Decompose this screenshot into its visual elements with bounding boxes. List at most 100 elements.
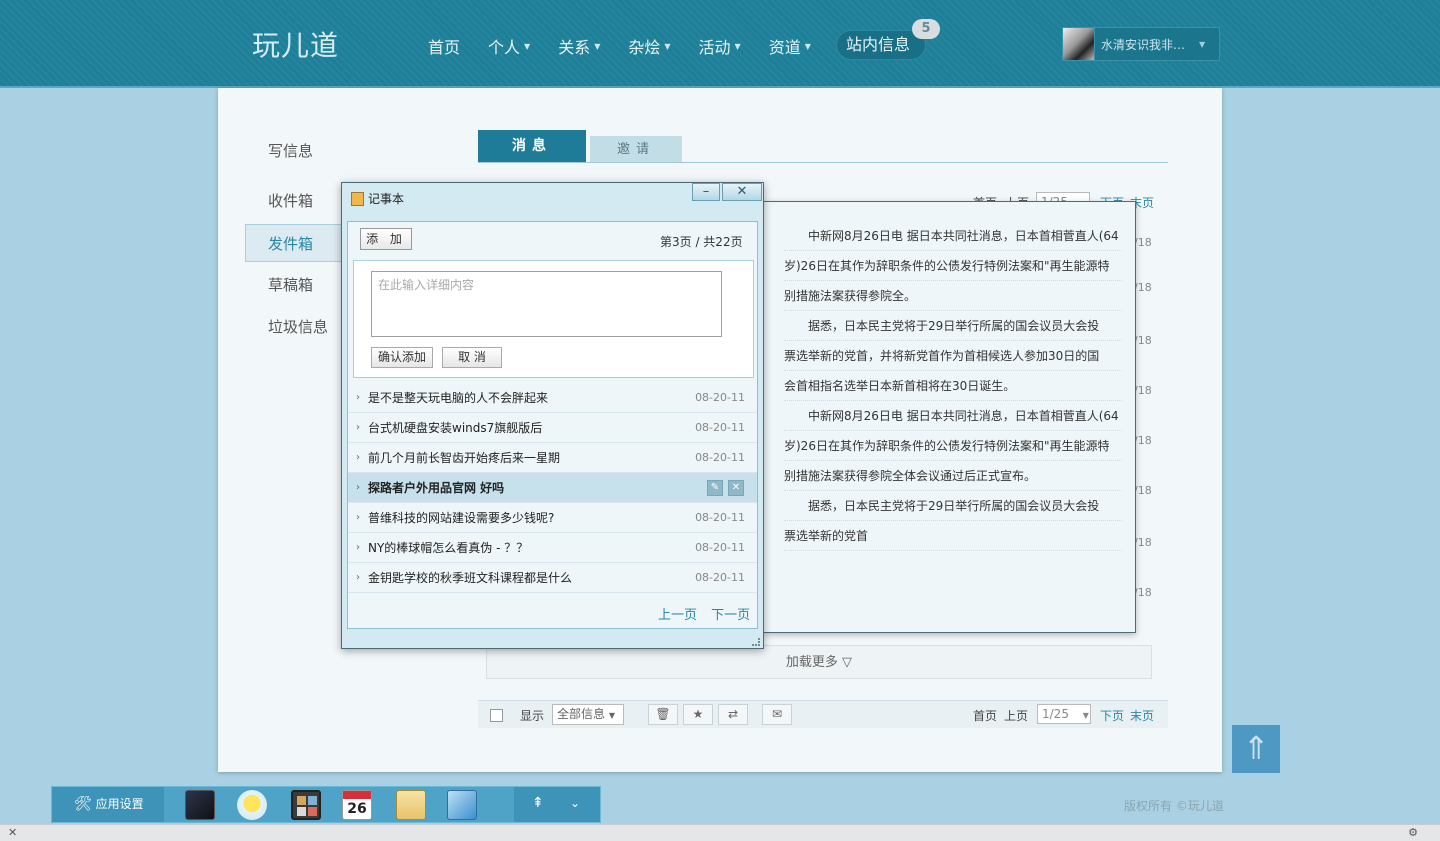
note-reader-panel: 中新网8月26日电 据日本共同社消息，日本首相菅直人(64 岁)26日在其作为辞… xyxy=(763,201,1136,633)
nav-personal[interactable]: 个人 ▼ xyxy=(488,34,530,58)
filter-select[interactable]: 全部信息 ▼ xyxy=(552,704,624,725)
page-select[interactable]: 1/25 ▼ xyxy=(1037,704,1091,724)
sidebar-item-inbox[interactable]: 收件箱 xyxy=(268,190,313,211)
chevron-right-icon: › xyxy=(356,482,360,493)
reader-line: 别措施法案获得参院全。 xyxy=(784,281,1122,311)
star-icon: ★ xyxy=(692,707,704,721)
edit-button[interactable]: ✎ xyxy=(707,480,723,496)
browser-status-bar: ✕ ⚙ xyxy=(0,824,1440,841)
message-date: /18 xyxy=(1134,236,1152,249)
note-list: › 是不是整天玩电脑的人不会胖起来 08-20-11 › 台式机硬盘安装winds7旗… xyxy=(348,383,757,593)
message-date: /18 xyxy=(1134,536,1152,549)
top-navigation-bar: 玩儿道 首页 个人 ▼ 关系 ▼ 杂烩 ▼ 活动 ▼ 资道 ▼ 站内信息 5 水清安识我非… xyxy=(0,0,1440,88)
minimize-button[interactable]: – xyxy=(692,183,720,201)
star-button[interactable]: ★ xyxy=(683,704,713,725)
note-content-input[interactable]: 在此输入详细内容 xyxy=(371,271,722,337)
pagination-first[interactable]: 首页 xyxy=(973,707,997,724)
pagination-prev[interactable]: 上页 xyxy=(1004,707,1028,724)
nav-resources[interactable]: 资道 ▼ xyxy=(769,34,811,58)
notepad-icon[interactable] xyxy=(396,790,426,820)
refresh-button[interactable]: ⇄ xyxy=(718,704,748,725)
nav-activities[interactable]: 活动 ▼ xyxy=(699,34,741,58)
close-button[interactable]: ✕ xyxy=(722,183,762,201)
nav-home[interactable]: 首页 xyxy=(428,34,460,58)
mail-button[interactable]: ✉ xyxy=(762,704,792,725)
chevron-right-icon: › xyxy=(356,452,360,463)
site-logo[interactable]: 玩儿道 xyxy=(252,24,339,64)
chevron-right-icon: › xyxy=(356,512,360,523)
pagination-next[interactable]: 下页 xyxy=(1100,707,1124,724)
list-item[interactable]: › 金钥匙学校的秋季班文科课程都是什么 08-20-11 xyxy=(348,563,757,593)
list-item-selected[interactable]: › 探路者户外用品官网 好吗 ✎ ✕ xyxy=(348,473,757,503)
cancel-button[interactable]: 取 消 xyxy=(442,347,502,368)
list-item[interactable]: › 前几个月前长智齿开始疼后来一星期 08-20-11 xyxy=(348,443,757,473)
show-label: 显示 xyxy=(520,709,545,723)
load-more-button[interactable]: 加载更多 ▽ xyxy=(486,645,1152,679)
list-item[interactable]: › 普维科技的网站建设需要多少钱呢? 08-20-11 xyxy=(348,503,757,533)
reader-line: 据悉，日本民主党将于29日举行所属的国会议员大会投 xyxy=(784,491,1122,521)
nav-misc[interactable]: 杂烩 ▼ xyxy=(628,34,670,58)
add-note-button[interactable]: 添 加 xyxy=(360,228,412,250)
list-item[interactable]: › 台式机硬盘安装winds7旗舰版后 08-20-11 xyxy=(348,413,757,443)
nav-relations[interactable]: 关系 ▼ xyxy=(558,34,600,58)
dock-controls: ⇞ ⌄ xyxy=(514,787,600,822)
delete-button[interactable]: ✕ xyxy=(728,480,744,496)
reader-line: 别措施法案获得参院全体会议通过后正式宣布。 xyxy=(784,461,1122,491)
select-all-checkbox[interactable] xyxy=(490,709,503,722)
sidebar-item-outbox[interactable]: 发件箱 xyxy=(245,224,345,262)
chevron-right-icon: › xyxy=(356,392,360,403)
tools-icon: 🛠 xyxy=(74,796,92,812)
copyright: 版权所有 ©玩儿道 xyxy=(1124,799,1224,813)
trash-icon: 🗑 xyxy=(655,707,671,721)
message-date: /18 xyxy=(1134,586,1152,599)
chevron-down-icon[interactable]: ⌄ xyxy=(570,796,580,810)
page-indicator: 第3页 / 共22页 xyxy=(660,235,743,249)
app-settings-button[interactable]: 🛠 应用设置 xyxy=(52,787,164,822)
sidebar-item-compose[interactable]: 写信息 xyxy=(268,140,313,161)
refresh-icon: ⇄ xyxy=(727,707,739,721)
bulk-action-bar: 显示 全部信息 ▼ 🗑 ★ ⇄ ✉ 首页 上页 1/25 ▼ 下页 末页 xyxy=(478,700,1168,728)
mail-icon: ✉ xyxy=(771,707,783,721)
chevron-down-icon: ▼ xyxy=(594,41,601,51)
close-icon[interactable]: ✕ xyxy=(8,826,17,839)
list-item[interactable]: › 是不是整天玩电脑的人不会胖起来 08-20-11 xyxy=(348,383,757,413)
sidebar-item-trash[interactable]: 垃圾信息 xyxy=(268,316,328,337)
reader-line: 岁)26日在其作为辞职条件的公债发行特例法案和"再生能源特 xyxy=(784,251,1122,281)
chevron-down-icon: ▼ xyxy=(608,711,615,720)
close-icon: ✕ xyxy=(736,184,748,199)
pagination-last[interactable]: 末页 xyxy=(1130,707,1154,724)
pin-top-icon[interactable]: ⇞ xyxy=(532,795,544,811)
close-icon: ✕ xyxy=(731,482,741,493)
addon-icon: ⚙ xyxy=(1408,826,1418,839)
reader-line: 票选举新的党首 xyxy=(784,521,1122,551)
reader-line: 票选举新的党首，并将新党首作为首相候选人参加30日的国 xyxy=(784,341,1122,371)
resize-handle[interactable] xyxy=(752,638,760,646)
next-page-link[interactable]: 下一页 xyxy=(711,608,750,623)
tab-invitations[interactable]: 邀请 xyxy=(590,136,682,163)
calculator-icon[interactable] xyxy=(291,790,321,820)
prev-page-link[interactable]: 上一页 xyxy=(658,608,697,623)
minimize-icon: – xyxy=(702,184,710,199)
tab-messages[interactable]: 消息 xyxy=(478,130,586,163)
notepad-icon xyxy=(351,192,364,206)
sidebar-item-drafts[interactable]: 草稿箱 xyxy=(268,274,313,295)
delete-button[interactable]: 🗑 xyxy=(648,704,678,725)
avatar xyxy=(1063,28,1095,60)
calendar-icon[interactable]: 26 xyxy=(342,790,372,820)
back-to-top-button[interactable]: ⇑ xyxy=(1232,725,1280,773)
message-date: /18 xyxy=(1134,434,1152,447)
user-menu[interactable]: 水清安识我非… ▼ xyxy=(1062,27,1220,61)
reader-line: 会首相指名选举日本新首相将在30日诞生。 xyxy=(784,371,1122,401)
weather-icon[interactable] xyxy=(237,790,267,820)
confirm-add-button[interactable]: 确认添加 xyxy=(371,347,433,368)
list-item[interactable]: › NY的棒球帽怎么看真伪 - ？？ 08-20-11 xyxy=(348,533,757,563)
notepad-window: 记事本 – ✕ 添 加 第3页 / 共22页 在此输入详细内容 确认添加 取 消… xyxy=(341,182,764,649)
contacts-icon[interactable] xyxy=(185,790,215,820)
site-messages-button[interactable]: 站内信息 xyxy=(836,30,926,60)
app-dock: 🛠 应用设置 26 ⇞ ⌄ xyxy=(51,786,601,823)
folder-icon[interactable] xyxy=(447,790,477,820)
reader-line: 中新网8月26日电 据日本共同社消息，日本首相菅直人(64 xyxy=(784,221,1122,251)
main-nav: 首页 个人 ▼ 关系 ▼ 杂烩 ▼ 活动 ▼ 资道 ▼ xyxy=(428,34,839,58)
window-title: 记事本 xyxy=(368,192,405,206)
user-name: 水清安识我非… xyxy=(1101,37,1186,52)
